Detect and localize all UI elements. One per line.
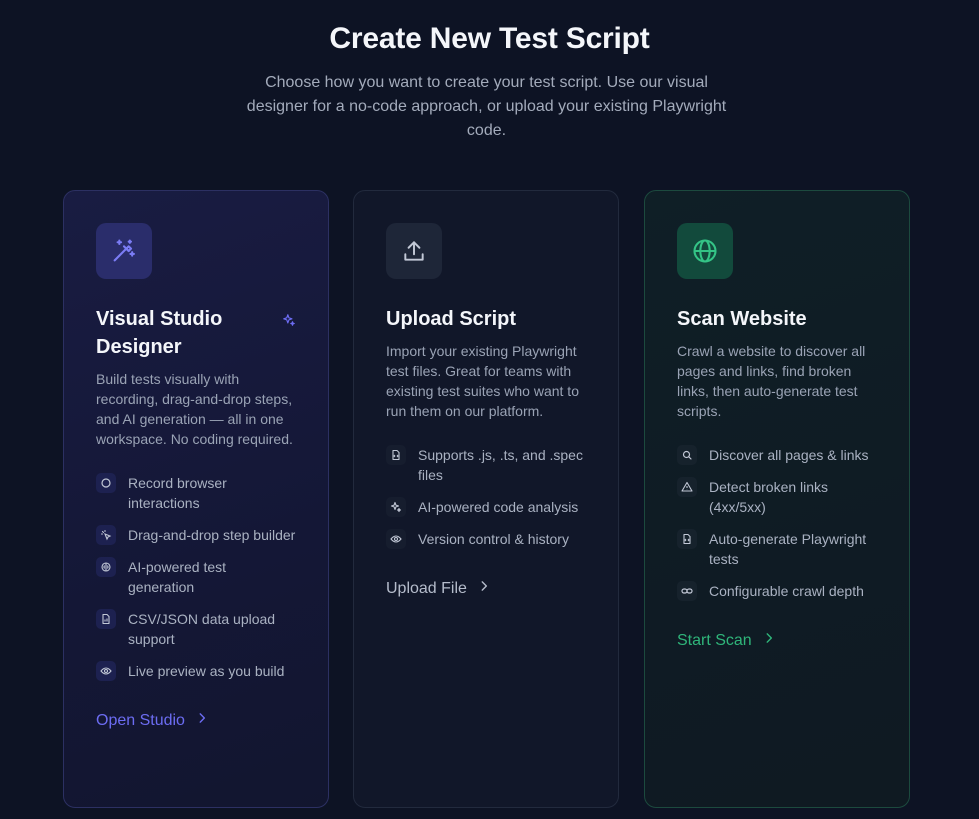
globe-icon <box>677 223 733 279</box>
search-icon <box>677 445 697 465</box>
chevron-right-icon <box>752 631 776 650</box>
eye-icon <box>96 661 116 681</box>
card-title: Upload Script <box>386 308 517 330</box>
page-title: Create New Test Script <box>329 22 650 55</box>
feature-item: Auto-generate Playwright tests <box>677 529 877 569</box>
feature-list: Supports .js, .ts, and .spec files AI-po… <box>386 445 586 549</box>
warning-icon <box>677 477 697 497</box>
feature-item: Version control & history <box>386 529 586 549</box>
feature-label: Record browser interactions <box>128 475 227 511</box>
cta-label: Open Studio <box>96 711 185 729</box>
feature-label: Configurable crawl depth <box>709 583 864 599</box>
card-description: Build tests visually with recording, dra… <box>96 371 293 447</box>
cta-label: Start Scan <box>677 631 752 649</box>
feature-item: Detect broken links (4xx/5xx) <box>677 477 877 517</box>
feature-label: Version control & history <box>418 531 569 547</box>
magic-wand-icon <box>96 223 152 279</box>
circle-icon <box>96 473 116 493</box>
feature-label: Discover all pages & links <box>709 447 869 463</box>
open-studio-button[interactable]: Open Studio <box>96 711 296 730</box>
feature-item: Discover all pages & links <box>677 445 877 465</box>
feature-label: AI-powered code analysis <box>418 499 579 515</box>
feature-label: Detect broken links (4xx/5xx) <box>709 479 829 515</box>
feature-item: Record browser interactions <box>96 473 296 513</box>
page-subtitle: Choose how you want to create your test … <box>246 74 727 139</box>
visual-studio-designer-card[interactable]: Visual Studio Designer Build tests visua… <box>63 190 329 808</box>
feature-list: Record browser interactions Drag-and-dro… <box>96 473 296 681</box>
start-scan-button[interactable]: Start Scan <box>677 631 877 650</box>
feature-label: AI-powered test generation <box>128 559 227 595</box>
card-description: Crawl a website to discover all pages an… <box>677 343 866 419</box>
feature-item: Drag-and-drop step builder <box>96 525 296 545</box>
sparkles-icon <box>282 313 296 332</box>
sparkles-icon <box>386 497 406 517</box>
feature-label: Live preview as you build <box>128 663 285 679</box>
feature-item: Supports .js, .ts, and .spec files <box>386 445 586 485</box>
feature-item: CSV/JSON data upload support <box>96 609 296 649</box>
card-title: Scan Website <box>677 308 807 330</box>
feature-item: AI-powered code analysis <box>386 497 586 517</box>
eye-icon <box>386 529 406 549</box>
scan-website-card[interactable]: Scan Website Crawl a website to discover… <box>644 190 910 808</box>
card-title: Visual Studio Designer <box>96 308 223 358</box>
feature-list: Discover all pages & links Detect broken… <box>677 445 877 601</box>
link-icon <box>677 581 697 601</box>
file-icon <box>677 529 697 549</box>
feature-item: Live preview as you build <box>96 661 296 681</box>
cta-label: Upload File <box>386 579 467 597</box>
chevron-right-icon <box>467 579 491 598</box>
file-icon <box>96 609 116 629</box>
file-code-icon <box>386 445 406 465</box>
feature-label: Auto-generate Playwright tests <box>709 531 867 567</box>
card-description: Import your existing Playwright test fil… <box>386 343 579 419</box>
feature-label: Drag-and-drop step builder <box>128 527 296 543</box>
upload-icon <box>386 223 442 279</box>
brain-icon <box>96 557 116 577</box>
upload-script-card[interactable]: Upload Script Import your existing Playw… <box>353 190 619 808</box>
feature-label: CSV/JSON data upload support <box>128 611 276 647</box>
feature-item: AI-powered test generation <box>96 557 296 597</box>
upload-file-button[interactable]: Upload File <box>386 579 586 598</box>
pointer-click-icon <box>96 525 116 545</box>
feature-item: Configurable crawl depth <box>677 581 877 601</box>
chevron-right-icon <box>185 711 209 730</box>
feature-label: Supports .js, .ts, and .spec files <box>418 447 583 483</box>
